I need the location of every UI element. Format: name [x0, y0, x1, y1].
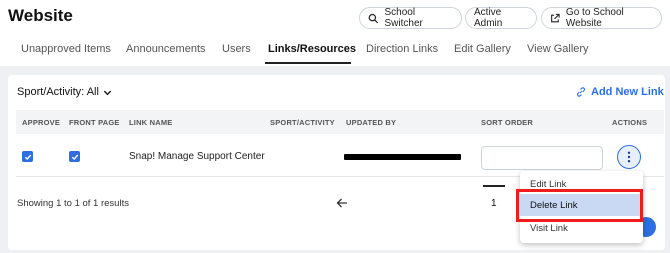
header: Website School Switcher Active Admin Go …	[0, 0, 670, 66]
approve-checkbox[interactable]	[22, 151, 33, 162]
column-header-link-name: LINK NAME	[129, 118, 173, 127]
row-actions-button[interactable]	[617, 145, 641, 169]
external-link-icon	[551, 13, 560, 22]
column-header-updated-by: UPDATED BY	[346, 118, 397, 127]
go-to-school-website-label: Go to School Website	[565, 7, 624, 29]
check-icon	[71, 154, 78, 160]
go-to-school-website-button[interactable]: Go to School Website	[541, 7, 662, 29]
school-switcher-button[interactable]: School Switcher	[359, 7, 462, 29]
highlight-annotation-box	[516, 189, 643, 222]
tab-view-gallery[interactable]: View Gallery	[527, 43, 589, 55]
column-header-sort-order: SORT ORDER	[481, 118, 534, 127]
tab-bar: Unapproved Items Announcements Users Lin…	[0, 36, 670, 64]
page-number-current[interactable]: 1	[491, 198, 497, 209]
column-header-front-page: FRONT PAGE	[69, 118, 120, 127]
sort-order-input[interactable]	[481, 146, 603, 170]
tab-unapproved-items[interactable]: Unapproved Items	[21, 43, 111, 55]
tab-edit-gallery[interactable]: Edit Gallery	[454, 43, 511, 55]
link-icon	[577, 87, 585, 97]
active-tab-indicator	[265, 62, 351, 64]
column-header-approve: APPROVE	[22, 118, 61, 127]
more-vertical-icon	[627, 151, 631, 163]
tab-direction-links[interactable]: Direction Links	[366, 43, 438, 55]
column-header-sport-activity: SPORT/ACTIVITY	[270, 118, 335, 127]
previous-page-arrow-icon[interactable]	[336, 197, 348, 209]
page-title: Website	[8, 6, 73, 25]
results-summary: Showing 1 to 1 of 1 results	[17, 198, 129, 209]
tab-announcements[interactable]: Announcements	[126, 43, 206, 55]
sport-activity-filter-label: Sport/Activity: All	[17, 86, 99, 98]
chevron-down-icon	[103, 90, 112, 95]
check-icon	[24, 154, 31, 160]
search-icon	[368, 13, 379, 23]
tab-links-resources[interactable]: Links/Resources	[268, 43, 356, 55]
sport-activity-filter[interactable]: Sport/Activity: All	[17, 86, 112, 98]
link-name-cell: Snap! Manage Support Center	[129, 151, 265, 162]
tab-users[interactable]: Users	[222, 43, 251, 55]
updated-by-redacted	[344, 154, 461, 160]
add-new-link-button[interactable]: Add New Link	[576, 86, 664, 98]
current-page-indicator	[483, 185, 505, 187]
school-switcher-label: School Switcher	[384, 7, 423, 29]
column-header-actions: ACTIONS	[612, 118, 648, 127]
add-new-link-label: Add New Link	[591, 86, 664, 98]
active-admin-label: Active Admin	[474, 7, 503, 29]
active-admin-button[interactable]: Active Admin	[465, 7, 537, 29]
front-page-checkbox[interactable]	[69, 151, 80, 162]
